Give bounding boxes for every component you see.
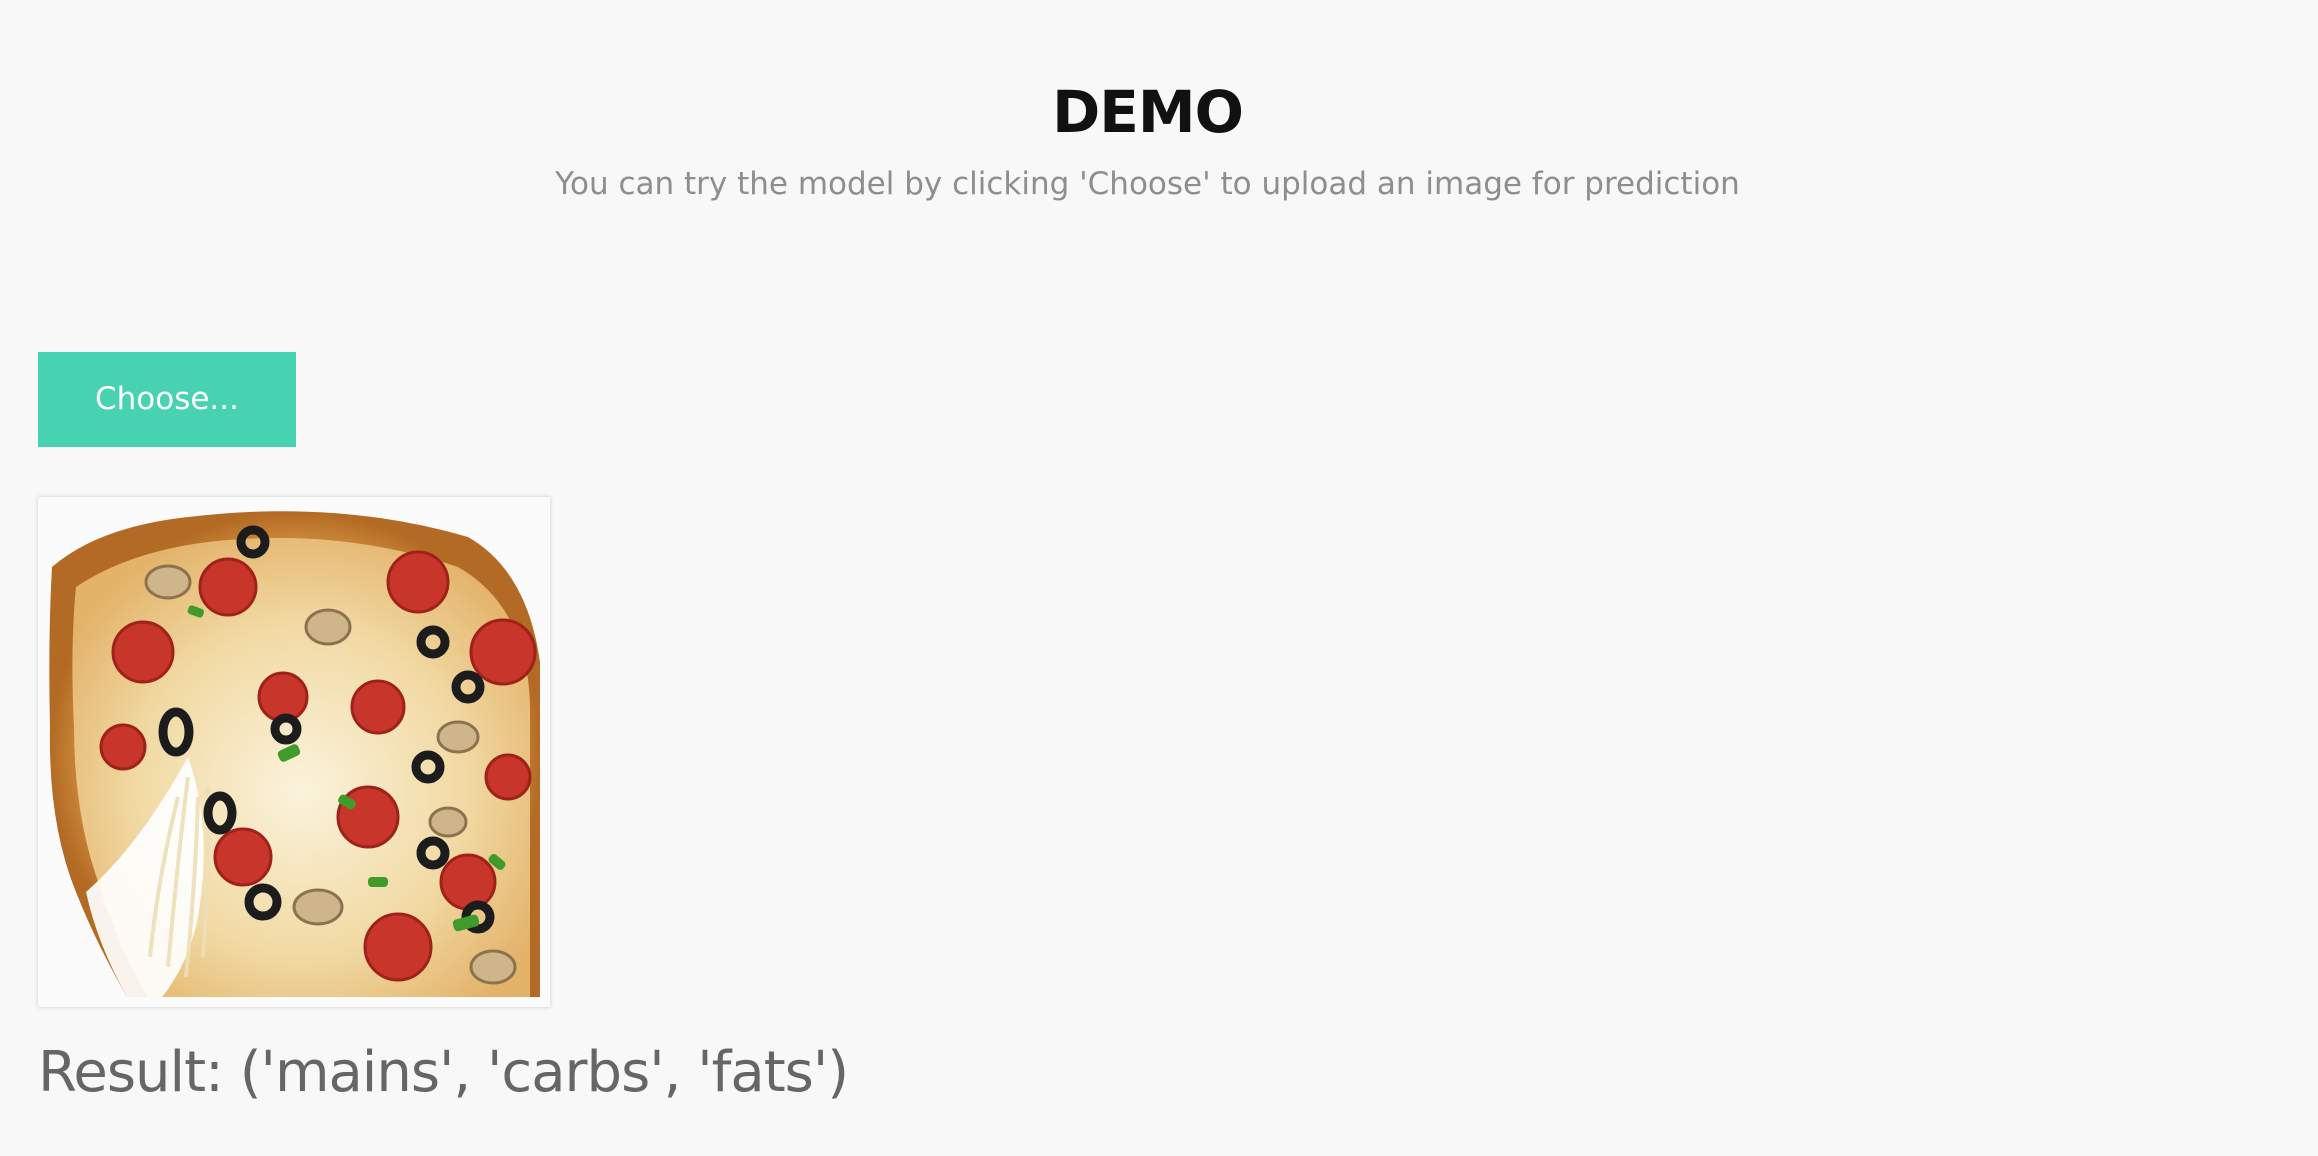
choose-file-button[interactable]: Choose...: [38, 352, 296, 447]
page-title: DEMO: [1052, 78, 1244, 146]
prediction-result: Result: ('mains', 'carbs', 'fats'): [38, 1040, 849, 1105]
pizza-image: [38, 497, 550, 1007]
page-subtitle: You can try the model by clicking 'Choos…: [555, 166, 1740, 202]
image-preview: [38, 497, 550, 1007]
